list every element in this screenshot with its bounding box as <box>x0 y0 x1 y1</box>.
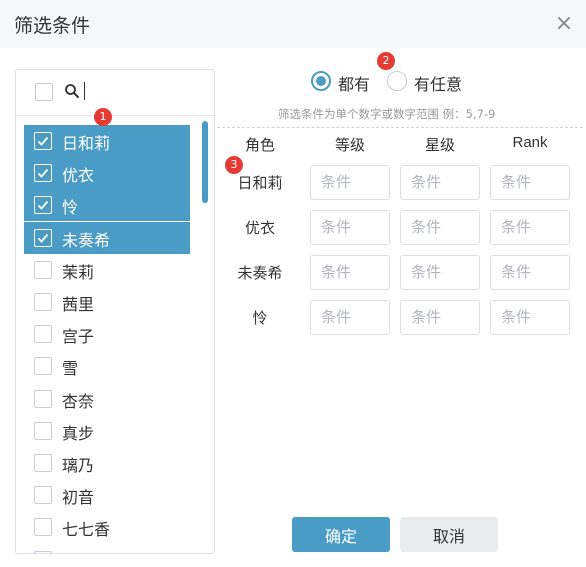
close-icon[interactable]: × <box>552 12 576 36</box>
star-condition-input[interactable] <box>400 255 480 290</box>
checkbox[interactable] <box>34 260 52 279</box>
list-item[interactable]: 雪 <box>24 350 190 382</box>
list-item-label: 茉莉 <box>62 262 95 282</box>
row-label: 未奏希 <box>237 264 283 282</box>
checked-checkbox[interactable] <box>34 132 52 150</box>
list-item-label: 日和莉 <box>62 134 111 153</box>
rank-condition-input[interactable] <box>490 300 570 335</box>
checkbox[interactable] <box>34 293 52 311</box>
list-item-label: 七七香 <box>62 520 111 540</box>
list-item-label: 宫子 <box>62 327 95 347</box>
row-label: 日和莉 <box>237 174 283 192</box>
column-header-star: 星级 <box>424 136 455 154</box>
divider <box>217 127 583 128</box>
character-list-panel: 美里 七七香 初音 璃乃 真步 杏奈 雪 宫子 茜里 茉莉 未奏希 怜 优衣 日和莉 <box>15 69 215 554</box>
level-condition-input[interactable] <box>310 255 390 290</box>
list-item[interactable]: 怜 <box>24 189 190 222</box>
list-item[interactable]: 茉莉 <box>24 254 190 286</box>
list-scrollbar[interactable] <box>202 121 208 203</box>
search-icon <box>65 84 79 98</box>
radio-any-label[interactable]: 有任意 <box>414 71 462 95</box>
confirm-button[interactable]: 确定 <box>292 517 390 552</box>
list-item[interactable]: 日和莉 <box>24 125 190 157</box>
checked-checkbox[interactable] <box>34 196 52 215</box>
radio-all[interactable] <box>311 71 331 91</box>
list-item-label: 雪 <box>62 359 79 379</box>
checkbox[interactable] <box>34 454 52 472</box>
cancel-button[interactable]: 取消 <box>400 517 498 552</box>
character-list: 美里 七七香 初音 璃乃 真步 杏奈 雪 宫子 茜里 茉莉 未奏希 怜 优衣 日和莉 <box>16 117 214 553</box>
list-item[interactable]: 璃乃 <box>24 447 190 479</box>
checkbox[interactable] <box>34 357 52 376</box>
dialog-header: 筛选条件 × <box>0 0 586 48</box>
list-item-label: 怜 <box>62 198 79 218</box>
list-item-label: 美里 <box>62 549 94 554</box>
radio-all-label[interactable]: 都有 <box>338 71 370 95</box>
checkbox[interactable] <box>34 389 52 408</box>
list-item[interactable]: 七七香 <box>24 511 190 543</box>
radio-any[interactable] <box>387 71 407 91</box>
checkbox[interactable] <box>34 518 52 537</box>
list-item-label: 璃乃 <box>62 456 95 475</box>
list-item-label: 真步 <box>62 423 95 443</box>
list-item[interactable]: 优衣 <box>24 157 190 190</box>
filter-dialog: 筛选条件 × 美里七七香初音璃乃真步杏奈雪宫子茜里茉莉未奏希怜优衣日和莉 1 都… <box>0 0 586 567</box>
checkbox[interactable] <box>34 325 52 344</box>
row-label: 怜 <box>252 309 268 327</box>
filter-hint: 筛选条件为单个数字或数字范围 例：5,7-9 <box>278 107 496 121</box>
list-item[interactable]: 杏奈 <box>24 383 190 415</box>
row-label: 优衣 <box>244 219 275 237</box>
list-item-label: 初音 <box>62 488 95 508</box>
rank-condition-input[interactable] <box>490 210 570 245</box>
list-item[interactable]: 茜里 <box>24 286 190 318</box>
rank-condition-input[interactable] <box>490 165 570 200</box>
checked-checkbox[interactable] <box>34 164 52 183</box>
star-condition-input[interactable] <box>400 165 480 200</box>
star-condition-input[interactable] <box>400 210 480 245</box>
star-condition-input[interactable] <box>400 300 480 335</box>
search-input-caret[interactable] <box>84 82 85 100</box>
level-condition-input[interactable] <box>310 165 390 200</box>
list-item-label: 未奏希 <box>62 230 111 250</box>
list-item-label: 杏奈 <box>62 391 95 411</box>
checkbox[interactable] <box>34 486 52 505</box>
list-item[interactable]: 美里 <box>24 544 190 553</box>
list-item[interactable]: 未奏希 <box>24 221 190 254</box>
search-row <box>16 70 214 116</box>
column-header-role: 角色 <box>244 136 275 154</box>
list-item[interactable]: 真步 <box>24 415 190 447</box>
level-condition-input[interactable] <box>310 210 390 245</box>
checkbox[interactable] <box>34 421 52 440</box>
checkbox[interactable] <box>34 550 52 553</box>
list-item-label: 优衣 <box>62 166 95 186</box>
step-badge-2: 2 <box>377 52 395 70</box>
select-all-checkbox[interactable] <box>35 83 53 101</box>
list-item-label: 茜里 <box>62 295 95 314</box>
rank-condition-input[interactable] <box>490 255 570 290</box>
column-header-rank: Rank <box>512 134 548 151</box>
step-badge-1: 1 <box>94 108 112 126</box>
checked-checkbox[interactable] <box>34 228 52 247</box>
column-header-level: 等级 <box>334 136 365 154</box>
dialog-title: 筛选条件 <box>14 15 91 37</box>
list-item[interactable]: 初音 <box>24 479 190 511</box>
list-item[interactable]: 宫子 <box>24 318 190 350</box>
level-condition-input[interactable] <box>310 300 390 335</box>
